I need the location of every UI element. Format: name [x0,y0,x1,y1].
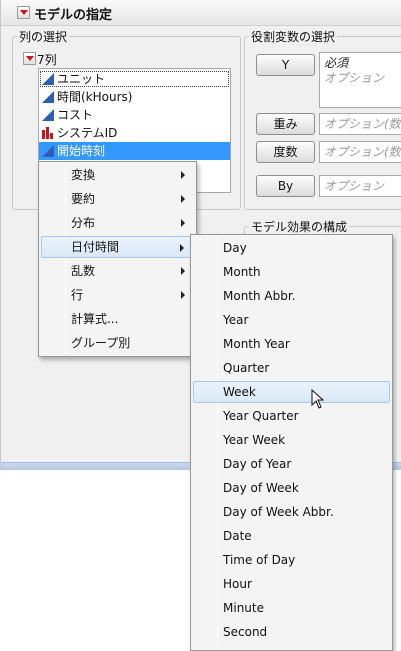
menu-item-day-of-week-abbr[interactable]: Day of Week Abbr. [193,501,390,523]
menu-item-quarter[interactable]: Quarter [193,357,390,379]
menu-item-day-of-week[interactable]: Day of Week [193,477,390,499]
menu-item-formula[interactable]: 計算式... [41,308,194,330]
list-item[interactable]: 時間(kHours) [39,88,230,106]
menu-item-time-of-day[interactable]: Time of Day [193,549,390,571]
menu-item-hour[interactable]: Hour [193,573,390,595]
column-label: コスト [57,108,94,122]
column-label: ユニット [57,72,106,86]
column-context-menu: 変換 要約 分布 日付時間 乱数 行 計算式... グループ別 [38,161,197,357]
cast-roles-label: 役割変数の選択 [249,28,338,45]
continuous-icon [42,73,54,85]
list-item[interactable]: コスト [39,106,230,124]
menu-item-month[interactable]: Month [193,261,390,283]
continuous-icon [42,145,54,157]
list-item[interactable]: ユニット [39,70,230,88]
menu-item-day[interactable]: Day [193,237,390,259]
columns-red-triangle-icon[interactable] [23,52,36,65]
menu-item-datetime[interactable]: 日付時間 [41,236,194,258]
menu-item-random[interactable]: 乱数 [41,260,194,282]
window-title: モデルの指定 [34,8,113,23]
freq-button[interactable]: 度数 [256,141,315,163]
menu-item-summary[interactable]: 要約 [41,188,194,210]
list-item[interactable]: システムID [39,124,230,142]
columns-count: 7列 [37,53,57,67]
menu-item-year-quarter[interactable]: Year Quarter [193,405,390,427]
menu-item-group-by[interactable]: グループ別 [41,332,194,354]
submenu-arrow-icon [181,267,185,275]
menu-item-year-week[interactable]: Year Week [193,429,390,451]
menu-item-day-of-year[interactable]: Day of Year [193,453,390,475]
continuous-icon [42,91,54,103]
submenu-arrow-icon [181,171,185,179]
weight-button[interactable]: 重み [256,113,315,135]
submenu-arrow-icon [181,219,185,227]
by-button[interactable]: By [256,175,315,197]
y-button[interactable]: Y [256,54,315,76]
menu-item-minute[interactable]: Minute [193,597,390,619]
freq-field[interactable]: オプション(数 [319,141,401,163]
column-label: システムID [57,126,118,140]
menu-item-row[interactable]: 行 [41,284,194,306]
continuous-icon [42,109,54,121]
menu-item-week[interactable]: Week [193,381,390,403]
model-effects-label: モデル効果の構成 [249,218,350,235]
datetime-submenu: Day Month Month Abbr. Year Month Year Qu… [190,234,393,651]
red-triangle-menu-icon[interactable] [17,6,30,19]
list-item[interactable]: 開始時刻 [39,142,230,160]
title-bar: モデルの指定 [1,0,401,26]
weight-field[interactable]: オプション(数 [319,113,401,135]
submenu-arrow-icon [181,291,185,299]
menu-item-second[interactable]: Second [193,621,390,643]
select-columns-label: 列の選択 [17,28,70,45]
optional-label: オプション [324,71,385,85]
nominal-icon [42,127,53,139]
submenu-arrow-icon [180,244,184,252]
required-label: 必須 [324,56,349,70]
submenu-arrow-icon [181,195,185,203]
column-label: 開始時刻 [57,144,106,158]
menu-item-month-year[interactable]: Month Year [193,333,390,355]
mouse-pointer-icon [311,389,325,409]
menu-item-month-abbr[interactable]: Month Abbr. [193,285,390,307]
menu-item-distribution[interactable]: 分布 [41,212,194,234]
by-field[interactable]: オプション [319,175,401,197]
y-role-field[interactable]: 必須 オプション [319,52,401,108]
menu-item-date[interactable]: Date [193,525,390,547]
menu-item-transform[interactable]: 変換 [41,164,194,186]
column-label: 時間(kHours) [57,90,133,104]
menu-item-year[interactable]: Year [193,309,390,331]
